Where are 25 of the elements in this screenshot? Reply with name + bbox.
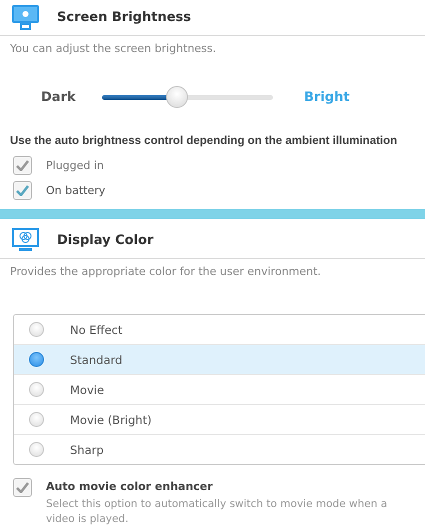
description-text: Select this option to automatically switch to movie mode when a video is played. bbox=[46, 497, 388, 527]
section-title: Screen Brightness bbox=[57, 10, 191, 25]
radio-button[interactable] bbox=[29, 322, 44, 337]
monitor-color-icon bbox=[12, 228, 39, 253]
checkbox-label: Auto movie color enhancer bbox=[46, 480, 214, 493]
color-mode-option[interactable]: Movie (Bright) bbox=[14, 404, 425, 434]
checkbox-label: Plugged in bbox=[46, 159, 104, 172]
auto-brightness-label: Use the auto brightness control depending on the ambient illumination bbox=[9, 134, 398, 149]
radio-button[interactable] bbox=[29, 352, 44, 367]
min-label: Dark bbox=[41, 90, 77, 104]
description-text: You can adjust the screen brightness. bbox=[9, 41, 218, 55]
color-mode-option[interactable]: No Effect bbox=[14, 315, 425, 344]
color-mode-option[interactable]: Standard bbox=[14, 344, 425, 374]
max-label: Bright bbox=[304, 90, 351, 104]
checkbox[interactable] bbox=[13, 181, 32, 200]
color-mode-option[interactable]: Sharp bbox=[14, 434, 425, 464]
radio-button[interactable] bbox=[29, 382, 44, 397]
color-mode-option[interactable]: Movie bbox=[14, 374, 425, 404]
radio-button[interactable] bbox=[29, 442, 44, 457]
section-title: Display Color bbox=[57, 233, 154, 248]
description-text: Provides the appropriate color for the user environment. bbox=[9, 264, 322, 278]
radio-button[interactable] bbox=[29, 412, 44, 427]
slider-thumb[interactable] bbox=[166, 86, 188, 108]
checkbox-label: On battery bbox=[46, 184, 106, 197]
monitor-brightness-icon bbox=[12, 5, 39, 30]
